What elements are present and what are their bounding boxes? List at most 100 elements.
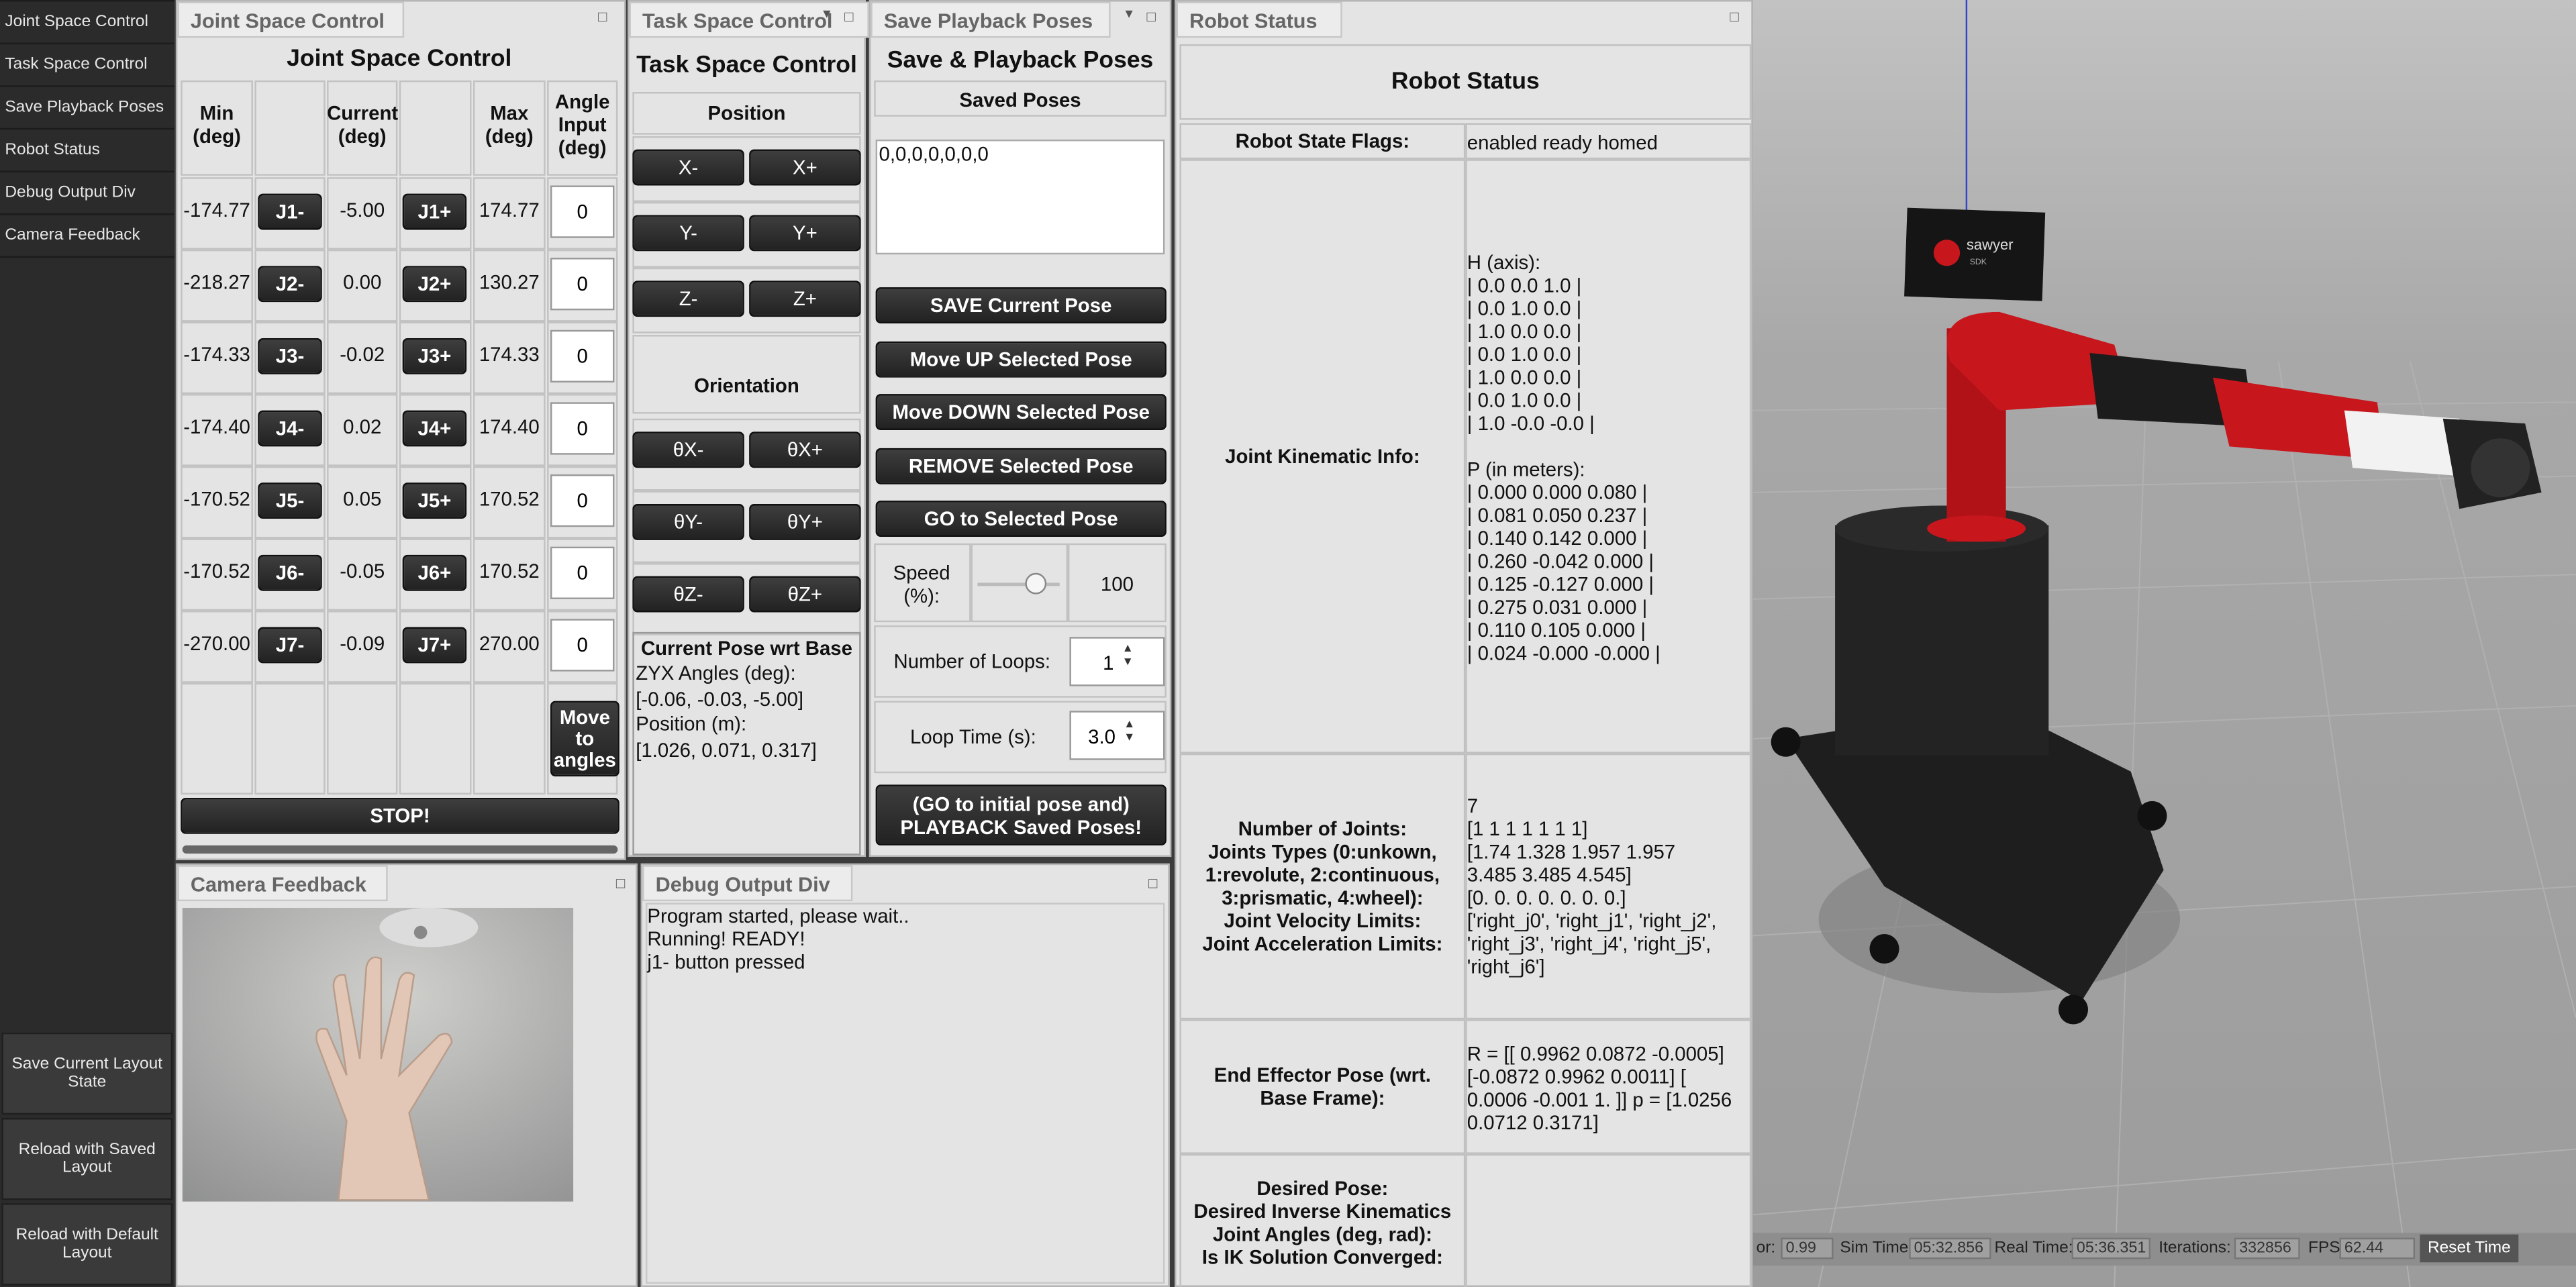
orientation-label: Orientation: [694, 374, 799, 398]
stepper-icon[interactable]: ▲ ▼: [1124, 719, 1135, 745]
real-time-label: Real Time:: [1994, 1239, 2073, 1257]
save-layout-button[interactable]: Save Current Layout State: [1, 1032, 173, 1115]
minimize-icon[interactable]: □: [1730, 8, 1746, 24]
joint-angle-input[interactable]: 0: [550, 329, 615, 383]
playback-button[interactable]: (GO to initial pose and) PLAYBACK Saved …: [875, 784, 1167, 845]
joint-increment-button[interactable]: J2+: [402, 266, 467, 303]
pos-xminus-button[interactable]: X-: [632, 149, 744, 186]
nav-item-task-space[interactable]: Task Space Control: [0, 44, 175, 87]
joint-decrement-button[interactable]: J5-: [258, 482, 322, 519]
joint-max-value: 174.77: [479, 199, 540, 222]
joint-info-values: 7 [1 1 1 1 1 1 1] [1.74 1.328 1.957 1.95…: [1465, 753, 1752, 1020]
minimize-icon[interactable]: □: [844, 8, 860, 24]
debug-output-tab[interactable]: Debug Output Div: [642, 865, 853, 902]
robot-status-tab[interactable]: Robot Status: [1176, 1, 1342, 38]
kinematic-line: | 0.125 -0.127 0.000 |: [1467, 572, 1654, 597]
robot-logo-text: sawyer: [1967, 236, 2014, 253]
nav-item-camera-feedback[interactable]: Camera Feedback: [0, 215, 175, 258]
save-playback-tab[interactable]: Save Playback Poses: [871, 1, 1111, 38]
joint-increment-button[interactable]: J7+: [402, 627, 467, 664]
joint-max-value: 174.40: [479, 415, 540, 439]
reset-time-button[interactable]: Reset Time: [2420, 1234, 2519, 1263]
camera-feedback-tab[interactable]: Camera Feedback: [177, 865, 388, 902]
joint-increment-button[interactable]: J6+: [402, 554, 467, 591]
list-item[interactable]: 0,0,0,0,0,0,0: [879, 143, 989, 166]
remove-pose-button[interactable]: REMOVE Selected Pose: [875, 448, 1167, 484]
kinematic-line: [1467, 435, 1750, 458]
ori-zplus-button[interactable]: θZ+: [749, 576, 861, 613]
speed-slider-thumb[interactable]: [1025, 572, 1047, 595]
side-nav: Joint Space Control Task Space Control S…: [0, 0, 175, 1287]
chevron-down-icon[interactable]: ▾: [823, 5, 839, 21]
save-current-pose-button[interactable]: SAVE Current Pose: [875, 287, 1167, 323]
joint-min-value: -218.27: [183, 270, 250, 294]
kinematic-info-value: H (axis): | 0.0 0.0 1.0 | | 0.0 1.0 0.0 | |…: [1465, 159, 1752, 754]
joint-increment-button[interactable]: J5+: [402, 482, 467, 519]
joint-angle-input[interactable]: 0: [550, 185, 615, 238]
factor-label: or:: [1756, 1239, 1776, 1257]
kinematic-line: | 0.0 1.0 0.0 |: [1467, 297, 1582, 321]
stop-button[interactable]: STOP!: [181, 797, 620, 834]
header-current: Current (deg): [327, 101, 399, 148]
joint-space-tab[interactable]: Joint Space Control: [177, 1, 405, 38]
pos-yminus-button[interactable]: Y-: [632, 215, 744, 252]
joint-decrement-button[interactable]: J1-: [258, 193, 322, 230]
minimize-icon[interactable]: □: [1146, 8, 1162, 24]
stepper-icon[interactable]: ▲ ▼: [1122, 644, 1134, 670]
nav-item-debug-output[interactable]: Debug Output Div: [0, 172, 175, 215]
kinematic-line: | 0.275 0.031 0.000 |: [1467, 596, 1648, 619]
go-to-pose-button[interactable]: GO to Selected Pose: [875, 501, 1167, 537]
joint-angle-input[interactable]: 0: [550, 546, 615, 599]
reload-default-layout-button[interactable]: Reload with Default Layout: [1, 1203, 173, 1286]
minimize-icon[interactable]: □: [598, 8, 614, 24]
joint-angle-input[interactable]: 0: [550, 619, 615, 672]
joint-angle-input[interactable]: 0: [550, 258, 615, 311]
move-up-pose-button[interactable]: Move UP Selected Pose: [875, 341, 1167, 378]
joint-min-value: -174.40: [183, 415, 250, 439]
move-to-angles-button[interactable]: Move to angles: [550, 701, 620, 777]
robot-scene: sawyer SDK: [1752, 0, 2576, 1287]
ori-yplus-button[interactable]: θY+: [749, 504, 861, 540]
minimize-icon[interactable]: □: [616, 875, 632, 891]
joint-current-value: -0.09: [340, 631, 385, 656]
nav-item-robot-status[interactable]: Robot Status: [0, 130, 175, 172]
ori-xminus-button[interactable]: θX-: [632, 431, 744, 468]
joint-increment-button[interactable]: J4+: [402, 410, 467, 447]
horizontal-scrollbar[interactable]: [182, 845, 618, 854]
joint-info-labels: Number of Joints: Joints Types (0:unkown…: [1179, 753, 1466, 1020]
saved-poses-list[interactable]: 0,0,0,0,0,0,0: [875, 139, 1165, 255]
joint-decrement-button[interactable]: J4-: [258, 410, 322, 447]
loops-input[interactable]: 1: [1069, 637, 1165, 686]
joint-decrement-button[interactable]: J7-: [258, 627, 322, 664]
robot-status-panel: Robot Status □ Robot Status Robot State …: [1175, 0, 1753, 1287]
loop-time-input[interactable]: 3.0: [1069, 711, 1165, 760]
task-space-title: Task Space Control: [636, 52, 857, 79]
pos-xplus-button[interactable]: X+: [749, 149, 861, 186]
minimize-icon[interactable]: □: [1148, 875, 1165, 891]
kinematic-line: | 0.000 0.000 0.080 |: [1467, 480, 1648, 505]
ori-xplus-button[interactable]: θX+: [749, 431, 861, 468]
sim-time-label: Sim Time:: [1840, 1239, 1914, 1257]
joint-min-value: -170.52: [183, 487, 250, 511]
desired-pose-labels: Desired Pose: Desired Inverse Kinematics…: [1179, 1153, 1466, 1287]
reload-saved-layout-button[interactable]: Reload with Saved Layout: [1, 1117, 173, 1200]
joint-angle-input[interactable]: 0: [550, 402, 615, 455]
chevron-down-icon[interactable]: ▾: [1126, 5, 1142, 21]
nav-item-joint-space[interactable]: Joint Space Control: [0, 0, 175, 45]
ori-yminus-button[interactable]: θY-: [632, 504, 744, 540]
joint-increment-button[interactable]: J3+: [402, 338, 467, 374]
pos-yplus-button[interactable]: Y+: [749, 215, 861, 252]
simulation-view[interactable]: sawyer SDK: [1752, 0, 2576, 1287]
pos-zminus-button[interactable]: Z-: [632, 280, 744, 317]
joint-decrement-button[interactable]: J6-: [258, 554, 322, 591]
joint-decrement-button[interactable]: J3-: [258, 338, 322, 374]
nav-item-save-playback[interactable]: Save Playback Poses: [0, 87, 175, 130]
joint-increment-button[interactable]: J1+: [402, 193, 467, 230]
pos-zplus-button[interactable]: Z+: [749, 280, 861, 317]
joint-decrement-button[interactable]: J2-: [258, 266, 322, 303]
debug-line: Program started, please wait..: [647, 904, 909, 928]
ori-zminus-button[interactable]: θZ-: [632, 576, 744, 613]
joint-angle-input[interactable]: 0: [550, 474, 615, 527]
iterations-value: 332856: [2234, 1237, 2300, 1259]
move-down-pose-button[interactable]: Move DOWN Selected Pose: [875, 394, 1167, 430]
